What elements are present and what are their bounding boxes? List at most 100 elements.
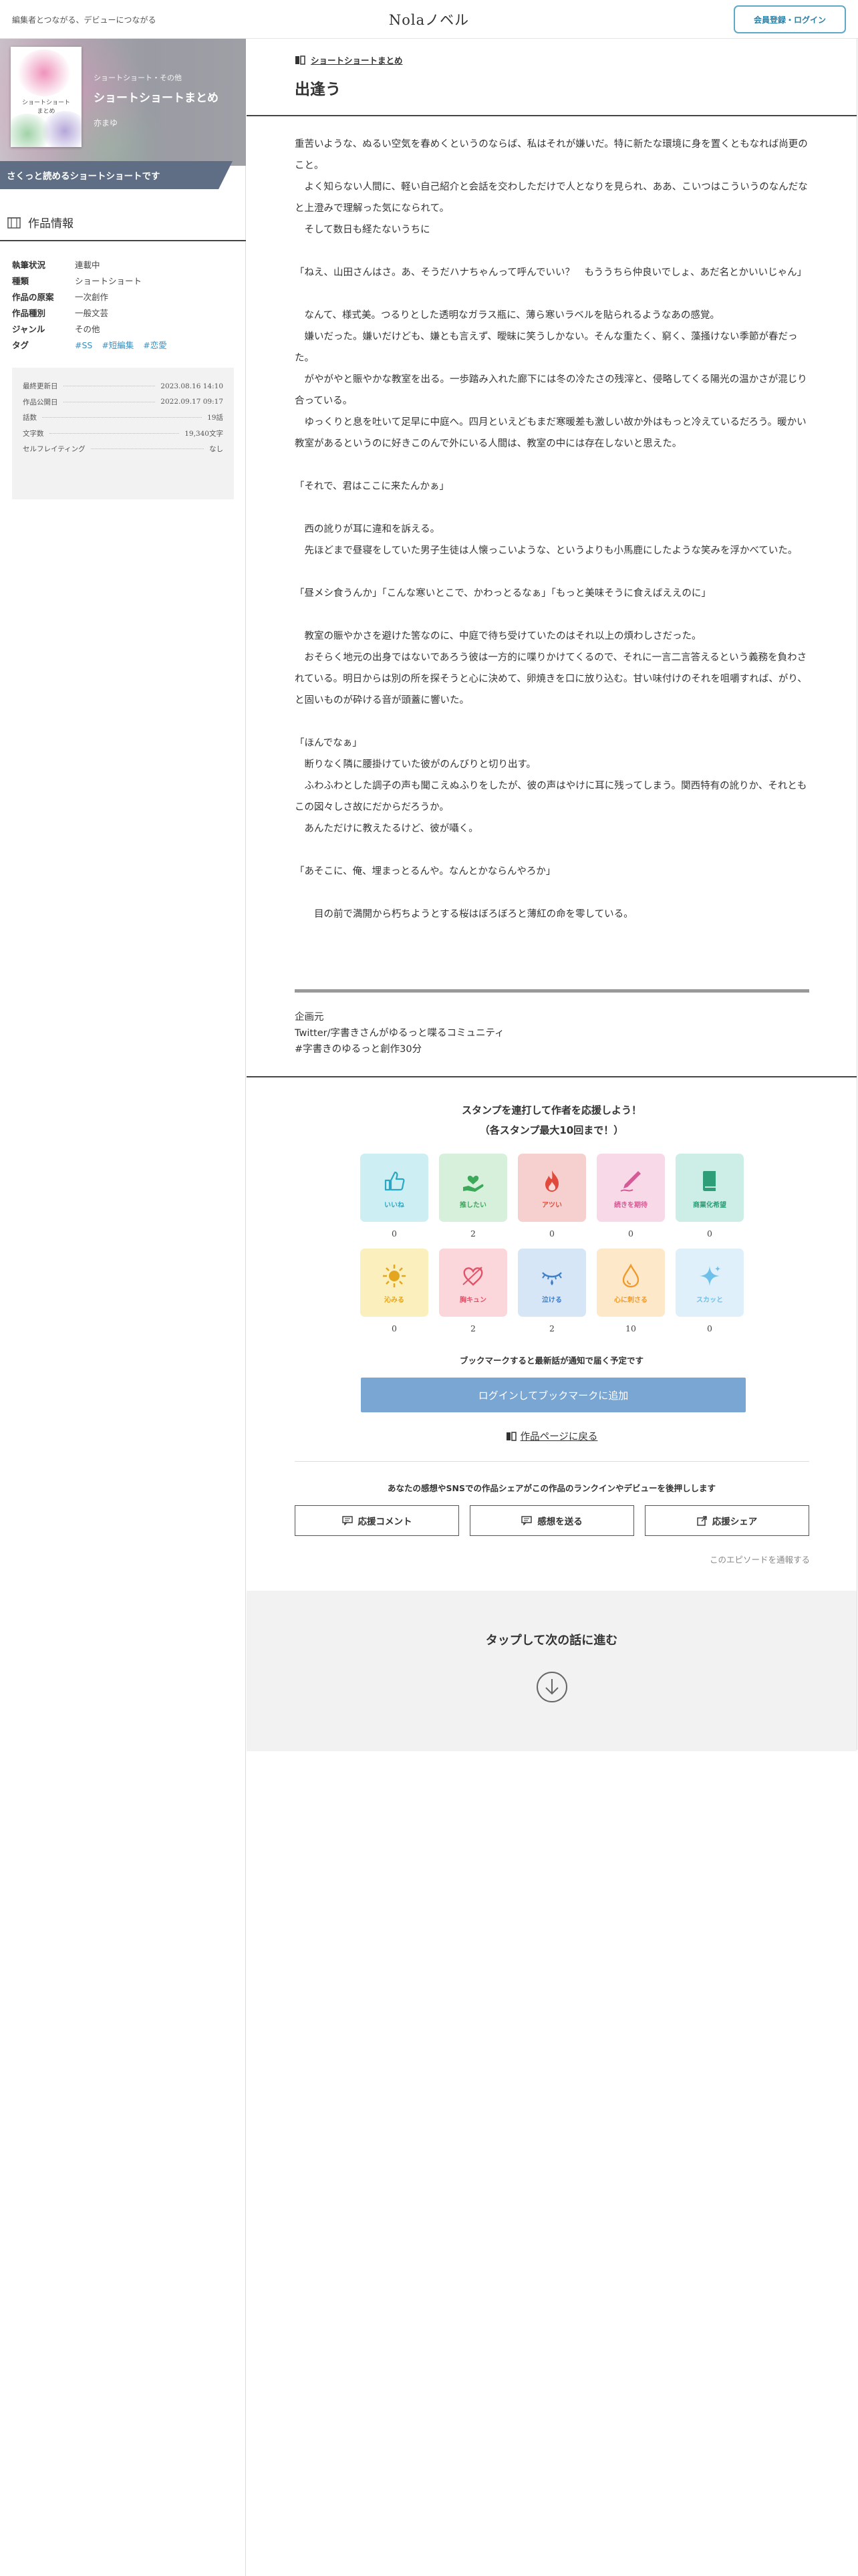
tag-link[interactable]: #短編集: [102, 340, 134, 350]
afterword-line: Twitter/字書きさんがゆるっと喋るコミュニティ: [295, 1028, 505, 1039]
stamp-count: 2: [549, 1323, 555, 1333]
stamp-button[interactable]: 推したい: [439, 1154, 507, 1222]
stamp-count: 0: [392, 1323, 397, 1333]
signup-login-button[interactable]: 会員登録・ログイン: [734, 5, 846, 33]
stamp-label: アツい: [542, 1201, 562, 1209]
stamp-label: 胸キュン: [460, 1296, 486, 1304]
crying-eye-icon: [542, 1271, 562, 1285]
afterword-line: 企画元: [295, 1012, 324, 1023]
episode-body: 重苦いような、ぬるい空気を春めくというのならば、私はそれが嫌いだ。特に新たな環境…: [295, 134, 809, 925]
stat-row: 話数 19話: [23, 414, 223, 422]
body-paragraph: 「ほんでなぁ」: [295, 738, 362, 749]
site-logo[interactable]: Nolaノベル: [0, 9, 858, 29]
body-paragraph: [295, 840, 809, 861]
sun-icon: [383, 1264, 406, 1287]
cover-image[interactable]: ショートショート まとめ: [11, 47, 82, 147]
building-icon: [7, 217, 21, 229]
work-author[interactable]: 亦まゆ: [94, 117, 241, 128]
stamp-button[interactable]: スカッと: [676, 1249, 744, 1317]
body-paragraph: ふわふわとした調子の声も聞こえぬふりをしたが、彼の声はやけに耳に残ってしまう。関…: [295, 781, 807, 813]
stamp-label: 推したい: [460, 1201, 486, 1209]
body-paragraph: [295, 283, 809, 305]
external-link-icon: [697, 1515, 707, 1526]
info-row-genre: ジャンル その他: [12, 324, 100, 334]
info-row-type: 種類 ショートショート: [12, 275, 142, 286]
stamp-count: 0: [392, 1229, 397, 1239]
stat-row: セルフレイティング なし: [23, 445, 223, 454]
stat-row: 作品公開日 2022.09.17 09:17: [23, 398, 223, 406]
body-paragraph: なんて、様式美。つるりとした透明なガラス瓶に、薄ら寒いラベルを貼られるようなあの…: [295, 310, 720, 321]
work-sidebar: ショートショート まとめ ショートショート・その他 ショートショートまとめ 亦まゆ…: [0, 39, 246, 2576]
tag-link[interactable]: #SS: [75, 340, 92, 350]
stamp-count: 0: [549, 1229, 555, 1239]
stamp-button[interactable]: 泣ける: [518, 1249, 586, 1317]
stamp-label: いいね: [384, 1201, 404, 1209]
info-row-tags: タグ #SS #短編集 #恋愛: [12, 340, 167, 350]
divider: [247, 115, 857, 116]
stamp-button[interactable]: 商業化希望: [676, 1154, 744, 1222]
body-paragraph: 重苦いような、ぬるい空気を春めくというのならば、私はそれが嫌いだ。特に新たな環境…: [295, 139, 808, 171]
stamp-label: スカッと: [696, 1296, 723, 1304]
stamp-button[interactable]: 心に刺さる: [597, 1249, 665, 1317]
info-section-title: 作品情報: [7, 214, 74, 231]
support-comment-button[interactable]: 応援コメント: [295, 1505, 459, 1536]
stamp-button[interactable]: アツい: [518, 1154, 586, 1222]
hand-heart-icon: [463, 1175, 484, 1192]
body-paragraph: [295, 455, 809, 476]
work-hero: ショートショート まとめ ショートショート・その他 ショートショートまとめ 亦まゆ: [0, 39, 246, 166]
stamp-label: 泣ける: [542, 1296, 562, 1304]
send-review-button[interactable]: 感想を送る: [470, 1505, 634, 1536]
body-paragraph: 「あそこに、俺、埋まっとるんや。なんとかならんやろか」: [295, 866, 556, 877]
divider: [0, 240, 246, 241]
stamp-button[interactable]: 胸キュン: [439, 1249, 507, 1317]
comment-icon: [521, 1516, 532, 1525]
divider: [247, 1076, 857, 1077]
body-paragraph: 「それで、君はここに来たんかぁ」: [295, 481, 449, 492]
stamp-button[interactable]: 沁みる: [360, 1249, 428, 1317]
heart-arrow-icon: [462, 1266, 483, 1286]
cover-title-text: ショートショート まとめ: [21, 100, 70, 115]
report-episode-link[interactable]: このエピソードを通報する: [710, 1553, 810, 1565]
body-paragraph: 「昼メシ食うんか」「こんな寒いとこで、かわっとるなぁ」「もっと美味そうに食えばえ…: [295, 588, 711, 599]
sparkle-icon: [700, 1265, 721, 1286]
body-paragraph: [295, 561, 809, 583]
breadcrumb[interactable]: ショートショートまとめ: [295, 53, 403, 66]
back-to-work-label[interactable]: 作品ページに戻る: [521, 1429, 598, 1443]
top-header: 編集者とつながる、デビューにつながる Nolaノベル 会員登録・ログイン: [0, 0, 858, 39]
flame-icon: [545, 1170, 559, 1192]
body-paragraph: [295, 604, 809, 626]
stamp-count: 10: [625, 1323, 636, 1333]
body-paragraph: がやがやと賑やかな教室を出る。一歩踏み入れた廊下には冬の冷たさの残滓と、侵略して…: [295, 374, 807, 406]
stamp-button[interactable]: 続きを期待: [597, 1154, 665, 1222]
body-paragraph: 嫌いだった。嫌いだけども、嫌とも言えず、曖昧に笑うしかない。そんな重たく、窮く、…: [295, 332, 798, 364]
support-share-button[interactable]: 応援シェア: [645, 1505, 809, 1536]
body-paragraph: よく知らない人間に、軽い自己紹介と会話を交わしただけで人となりを見られ、ああ、こ…: [295, 182, 808, 214]
breadcrumb-work-link[interactable]: ショートショートまとめ: [311, 53, 403, 66]
bookmark-note: ブックマークすると最新話が通知で届く予定です: [459, 1356, 644, 1366]
body-paragraph: 西の訛りが耳に違和を訴える。: [295, 524, 440, 535]
work-title[interactable]: ショートショートまとめ: [94, 88, 241, 105]
stamp-label: 続きを期待: [614, 1201, 648, 1209]
back-to-work-link[interactable]: 作品ページに戻る: [247, 1429, 857, 1443]
stamp-button[interactable]: いいね: [360, 1154, 428, 1222]
stamp-count: 2: [470, 1323, 476, 1333]
stamp-count: 0: [707, 1229, 712, 1239]
body-paragraph: 教室の賑やかさを避けた筈なのに、中庭で待ち受けていたのはそれ以上の煩わしさだった…: [295, 631, 702, 642]
comment-icon: [341, 1516, 353, 1525]
next-episode-button[interactable]: タップして次の話に進む: [247, 1591, 857, 1751]
login-bookmark-button[interactable]: ログインしてブックマークに追加: [361, 1378, 746, 1412]
next-episode-label: タップして次の話に進む: [485, 1634, 618, 1648]
catchcopy-banner: さくっと読めるショートショートです: [0, 161, 233, 189]
body-paragraph: おそらく地元の出身ではないであろう彼は一方的に喋りかけてくるので、それに一言二言…: [295, 652, 807, 706]
body-paragraph: [295, 711, 809, 733]
info-row-status: 執筆状況 連載中: [12, 259, 100, 270]
pen-nib-icon: [620, 1170, 641, 1192]
info-section-label: 作品情報: [28, 217, 74, 231]
tag-link[interactable]: #恋愛: [143, 340, 166, 350]
episode-title: 出逢う: [295, 81, 341, 98]
body-paragraph: ゆっくりと息を吐いて足早に中庭へ。四月といえどもまだ寒暖差も激しい故か外はもっと…: [295, 417, 807, 449]
stamp-label: 心に刺さる: [614, 1296, 648, 1304]
divider: [295, 1461, 809, 1462]
body-paragraph: [295, 241, 809, 262]
body-paragraph: 目の前で満開から朽ちようとする桜はぼろぼろと薄紅の命を零している。: [295, 909, 633, 920]
